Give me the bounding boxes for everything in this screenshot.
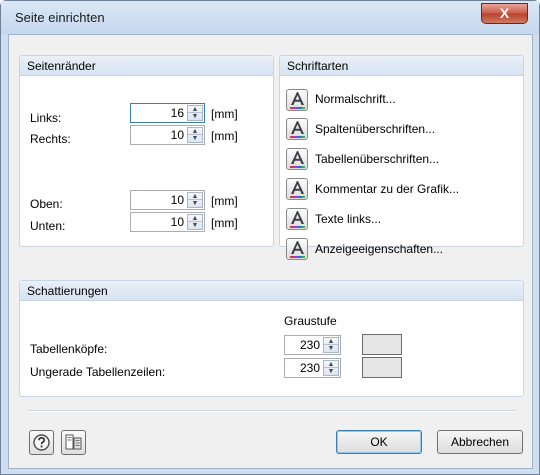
spin-up-icon[interactable]: ▲ xyxy=(324,361,338,368)
font-icon[interactable] xyxy=(286,118,308,140)
font-item-label[interactable]: Tabellenüberschriften... xyxy=(315,152,439,166)
spin-up-icon[interactable]: ▲ xyxy=(188,128,202,135)
spin-up-icon[interactable]: ▲ xyxy=(188,193,202,200)
fonts-heading: Schriftarten xyxy=(287,59,349,73)
table-headers-arrows[interactable]: ▲ ▼ xyxy=(323,337,339,353)
shading-heading: Schattierungen xyxy=(27,284,108,298)
close-button[interactable]: X xyxy=(481,3,528,24)
spin-down-icon[interactable]: ▼ xyxy=(188,135,202,142)
margin-bottom-spinner[interactable]: 10 ▲ ▼ xyxy=(130,212,205,232)
margin-right-spinner[interactable]: 10 ▲ ▼ xyxy=(130,125,205,145)
table-headers-value: 230 xyxy=(299,338,320,352)
spin-up-icon[interactable]: ▲ xyxy=(188,215,202,222)
font-item-label[interactable]: Spaltenüberschriften... xyxy=(315,122,435,136)
table-headers-color-swatch[interactable] xyxy=(362,334,402,355)
dialog-client: Seitenränder Links: 16 ▲ ▼ [mm] Rechts: … xyxy=(8,34,533,469)
shading-group: Schattierungen Graustufe Tabellenköpfe: … xyxy=(19,280,524,397)
spin-down-icon[interactable]: ▼ xyxy=(188,113,202,120)
spin-up-icon[interactable]: ▲ xyxy=(188,106,202,113)
spin-down-icon[interactable]: ▼ xyxy=(188,200,202,207)
odd-rows-spinner[interactable]: 230 ▲ ▼ xyxy=(284,358,341,378)
help-icon xyxy=(33,434,50,451)
page-setup-icon xyxy=(65,434,82,450)
odd-rows-label: Ungerade Tabellenzeilen: xyxy=(30,365,166,379)
font-icon[interactable] xyxy=(286,238,308,260)
close-icon: X xyxy=(499,5,510,21)
title-bar: Seite einrichten X xyxy=(1,1,539,34)
margin-bottom-arrows[interactable]: ▲ ▼ xyxy=(187,214,203,230)
font-item-label[interactable]: Texte links... xyxy=(315,212,381,226)
spin-down-icon[interactable]: ▼ xyxy=(188,222,202,229)
cancel-button[interactable]: Abbrechen xyxy=(437,430,523,454)
margin-left-label: Links: xyxy=(30,111,62,125)
spin-down-icon[interactable]: ▼ xyxy=(324,345,338,352)
margin-bottom-value: 10 xyxy=(170,215,184,229)
margin-right-unit: [mm] xyxy=(211,129,238,143)
table-headers-spinner[interactable]: 230 ▲ ▼ xyxy=(284,335,341,355)
margin-bottom-unit: [mm] xyxy=(211,216,238,230)
margin-left-arrows[interactable]: ▲ ▼ xyxy=(187,105,203,121)
font-item-label[interactable]: Anzeigeeigenschaften... xyxy=(315,242,443,256)
footer-separator xyxy=(27,410,517,412)
dialog-window: Seite einrichten X Seitenränder Links: 1… xyxy=(0,0,540,475)
font-item-label[interactable]: Normalschrift... xyxy=(315,92,396,106)
odd-rows-value: 230 xyxy=(299,361,320,375)
shading-group-header: Schattierungen xyxy=(20,281,523,301)
margin-top-arrows[interactable]: ▲ ▼ xyxy=(187,192,203,208)
margin-top-spinner[interactable]: 10 ▲ ▼ xyxy=(130,190,205,210)
margin-top-unit: [mm] xyxy=(211,194,238,208)
margin-right-label: Rechts: xyxy=(30,132,71,146)
ok-button[interactable]: OK xyxy=(336,430,422,454)
font-icon[interactable] xyxy=(286,148,308,170)
margin-left-unit: [mm] xyxy=(211,107,238,121)
spin-down-icon[interactable]: ▼ xyxy=(324,368,338,375)
margin-right-arrows[interactable]: ▲ ▼ xyxy=(187,127,203,143)
grayscale-header: Graustufe xyxy=(284,314,337,328)
font-icon[interactable] xyxy=(286,89,308,111)
page-setup-button[interactable] xyxy=(61,430,86,455)
window-title: Seite einrichten xyxy=(15,10,105,25)
fonts-group-header: Schriftarten xyxy=(280,56,523,76)
font-icon[interactable] xyxy=(286,178,308,200)
font-item-label[interactable]: Kommentar zu der Grafik... xyxy=(315,182,459,196)
help-button[interactable] xyxy=(29,430,54,455)
margins-group-header: Seitenränder xyxy=(20,56,273,76)
margin-right-value: 10 xyxy=(170,128,184,142)
margins-heading: Seitenränder xyxy=(27,59,96,73)
margin-left-spinner[interactable]: 16 ▲ ▼ xyxy=(130,103,205,123)
margin-left-value: 16 xyxy=(170,106,184,120)
margin-top-label: Oben: xyxy=(30,197,63,211)
margins-group: Seitenränder Links: 16 ▲ ▼ [mm] Rechts: … xyxy=(19,55,274,247)
margin-bottom-label: Unten: xyxy=(30,219,66,233)
margin-top-value: 10 xyxy=(170,193,184,207)
odd-rows-color-swatch[interactable] xyxy=(362,357,402,378)
spin-up-icon[interactable]: ▲ xyxy=(324,338,338,345)
table-headers-label: Tabellenköpfe: xyxy=(30,342,108,356)
font-icon[interactable] xyxy=(286,208,308,230)
odd-rows-arrows[interactable]: ▲ ▼ xyxy=(323,360,339,376)
